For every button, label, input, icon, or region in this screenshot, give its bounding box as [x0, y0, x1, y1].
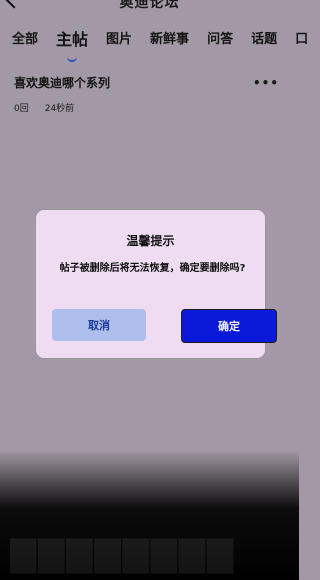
- bottom-ghost-text: ▇▇▇▇▇▇▇▇: [10, 534, 236, 574]
- tab-main-posts[interactable]: 主帖: [56, 26, 89, 62]
- tab-main-posts-label: 主帖: [56, 30, 89, 49]
- active-tab-indicator: [67, 56, 78, 62]
- tab-bar: 全部 主帖 图片 新鲜事 问答 话题 口: [12, 26, 308, 62]
- tab-all[interactable]: 全部: [12, 28, 38, 52]
- tab-images[interactable]: 图片: [106, 28, 132, 52]
- dialog-message: 帖子被删除后将无法恢复，确定要删除吗?: [59, 263, 246, 274]
- tab-news[interactable]: 新鲜事: [150, 28, 189, 52]
- post-item[interactable]: 喜欢奥迪哪个系列 0回 24秒前 •••: [14, 74, 289, 114]
- confirm-button[interactable]: 确定: [181, 309, 277, 343]
- reply-count: 0回: [14, 104, 29, 114]
- page-title: 奥迪论坛: [119, 0, 180, 11]
- post-title: 喜欢奥迪哪个系列: [14, 76, 111, 90]
- cancel-button[interactable]: 取消: [52, 309, 146, 341]
- confirm-dialog: 温馨提示 帖子被删除后将无法恢复，确定要删除吗? 取消 确定: [36, 210, 277, 358]
- more-horizontal-icon[interactable]: •••: [253, 76, 279, 90]
- dialog-title: 温馨提示: [126, 234, 175, 248]
- tab-more[interactable]: 口: [295, 28, 308, 52]
- tab-topics[interactable]: 话题: [251, 28, 277, 52]
- tab-qa[interactable]: 问答: [207, 28, 233, 52]
- post-meta: 0回 24秒前: [14, 101, 289, 114]
- post-time: 24秒前: [44, 104, 75, 114]
